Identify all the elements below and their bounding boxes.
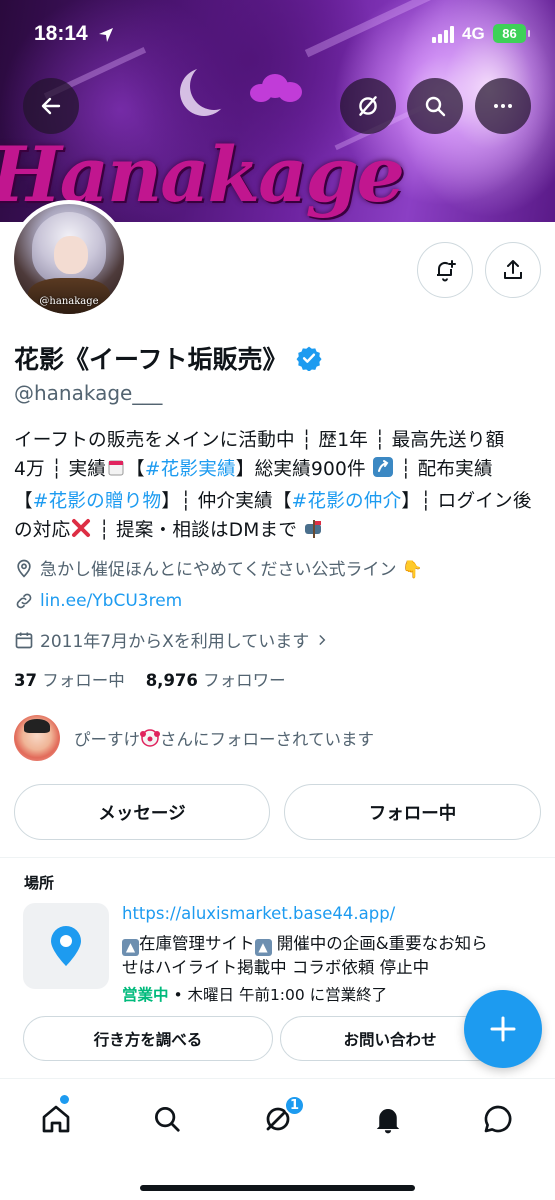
avatar-handle-text: @hanakage (39, 296, 99, 307)
following-link[interactable]: 37 フォロー中 (14, 671, 125, 690)
bio-line: 4万 ┆ 実績 【#花影実績】総実績900件 ┆ 配布実績 (14, 455, 544, 487)
status-bar: 18:14 4G 86 (0, 0, 555, 70)
joined-text: 2011年7月からXを利用しています (40, 632, 310, 652)
home-icon (42, 1105, 70, 1133)
link-icon (16, 593, 32, 609)
status-time: 18:14 (34, 22, 88, 45)
profile-location: 急かし催促ほんとにやめてください公式ライン 👇 (14, 555, 423, 580)
home-unread-dot (60, 1095, 69, 1104)
section-divider (0, 857, 555, 858)
messages-icon (484, 1105, 512, 1133)
location-url-link[interactable]: https://aluxismarket.base44.app/ (122, 904, 395, 923)
bio-line: の対応 ┆ 提案・相談はDMまで (14, 516, 544, 548)
bio-line: イーフトの販売をメインに活動中 ┆ 歴1年 ┆ 最高先送り額 (14, 430, 505, 451)
verified-icon[interactable] (296, 345, 322, 371)
tab-explore[interactable] (145, 1097, 189, 1141)
back-arrow-icon (41, 97, 61, 115)
up-arrow-emoji: ▲ (254, 939, 272, 956)
notify-button[interactable] (417, 242, 473, 298)
up-arrow-emoji: ▲ (122, 939, 139, 956)
followers-link[interactable]: 8,976 フォロワー (146, 671, 286, 690)
grok-profile-button[interactable] (340, 78, 396, 134)
messages-badge: 1 (284, 1095, 305, 1116)
network-type: 4G (462, 24, 485, 43)
followed-by[interactable]: ぴーすけ さんにフォローされています (14, 715, 374, 761)
follow-counts: 37 フォロー中 8,976 フォロワー (14, 667, 286, 691)
arrow-up-emoji (372, 456, 394, 487)
calendar-tear-off-emoji (106, 458, 126, 487)
share-icon (504, 260, 522, 279)
directions-button[interactable]: 行き方を調べる (23, 1016, 273, 1061)
profile-name-row: 花影《イーフト垢販売》 (14, 340, 322, 376)
location-hours: 営業中 • 木曜日 午前1:00 に営業終了 (122, 986, 388, 1004)
search-button[interactable] (407, 78, 463, 134)
hashtag-link[interactable]: #花影実績 (145, 459, 236, 480)
back-button[interactable] (23, 78, 79, 134)
compose-plus-icon (490, 1016, 516, 1042)
bottom-tab-bar (0, 1078, 555, 1200)
mailbox-emoji (303, 517, 325, 548)
hashtag-link[interactable]: #花影の贈り物 (33, 491, 162, 512)
home-indicator[interactable] (140, 1185, 415, 1191)
cloud-graphic (250, 74, 302, 104)
notifications-icon (376, 1109, 400, 1134)
battery-indicator: 86 (493, 24, 530, 43)
profile-website: lin.ee/YbCU3rem (14, 591, 182, 611)
profile-joined[interactable]: 2011年7月からXを利用しています (14, 627, 329, 652)
bio-line: 【#花影の贈り物】┆ 仲介実績【#花影の仲介】┆ ログイン後 (14, 491, 532, 512)
map-pin-icon (51, 926, 81, 966)
website-link[interactable]: lin.ee/YbCU3rem (40, 591, 182, 611)
tab-messages[interactable] (476, 1097, 520, 1141)
clown-emoji (140, 728, 160, 748)
cross-mark-emoji (70, 517, 92, 548)
profile-avatar[interactable]: @hanakage (10, 200, 128, 318)
message-button[interactable]: メッセージ (14, 784, 270, 840)
display-name: 花影《イーフト垢販売》 (14, 345, 288, 374)
location-text: 急かし催促ほんとにやめてください公式ライン 👇 (40, 560, 424, 580)
location-arrow-icon (99, 28, 113, 42)
location-description: ▲ 在庫管理サイト ▲ 開催中の企画&重要なお知ら せはハイライト掲載中 コラボ依頼… (122, 934, 488, 977)
share-button[interactable] (485, 242, 541, 298)
compose-button[interactable] (464, 990, 542, 1068)
calendar-icon (15, 632, 33, 648)
notify-bell-icon (437, 260, 456, 282)
location-card-title: 場所 (24, 874, 55, 892)
chevron-right-icon (319, 634, 326, 645)
search-icon (425, 96, 446, 117)
open-status: 営業中 (122, 986, 169, 1004)
following-button[interactable]: フォロー中 (284, 784, 541, 840)
location-map-thumbnail[interactable] (23, 903, 109, 989)
profile-bio: イーフトの販売をメインに活動中 ┆ 歴1年 ┆ 最高先送り額 4万 ┆ 実績 【#… (14, 426, 544, 548)
more-icon (494, 104, 512, 108)
no-notifications-icon (359, 96, 377, 116)
cellular-signal-icon (432, 25, 454, 43)
explore-icon (155, 1107, 180, 1132)
followed-by-text: ぴーすけ さんにフォローされています (74, 728, 375, 749)
tab-notifications[interactable] (366, 1097, 410, 1141)
hashtag-link[interactable]: #花影の仲介 (292, 491, 402, 512)
location-pin-icon (17, 559, 31, 577)
profile-handle: @hanakage___ (14, 381, 163, 405)
follower-avatar (14, 715, 60, 761)
tab-home[interactable] (34, 1097, 78, 1141)
more-button[interactable] (475, 78, 531, 134)
